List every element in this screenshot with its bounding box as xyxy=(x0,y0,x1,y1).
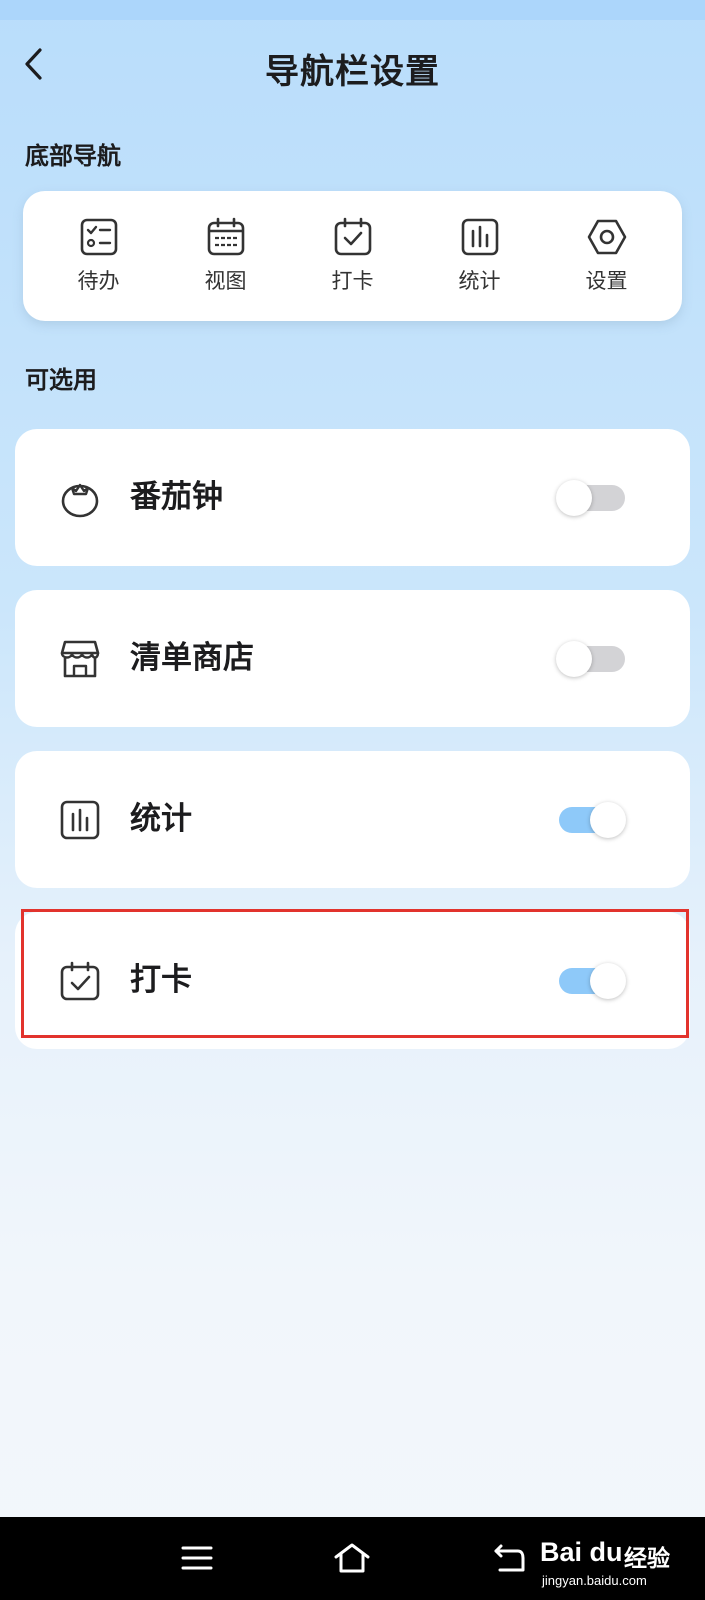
nav-item-label: 设置 xyxy=(585,269,628,293)
baidu-watermark: Bai du 经验 jingyan.baidu.com xyxy=(540,1527,700,1591)
menu-button[interactable] xyxy=(172,1533,222,1583)
menu-icon xyxy=(181,1546,213,1570)
watermark-brand: Bai du xyxy=(540,1537,623,1567)
toggle-knob xyxy=(590,963,626,999)
home-button[interactable] xyxy=(327,1533,377,1583)
home-icon xyxy=(334,1543,370,1573)
nav-item-stats[interactable]: 统计 xyxy=(425,217,535,295)
toggle-knob xyxy=(590,802,626,838)
page-title: 导航栏设置 xyxy=(265,52,440,92)
system-navigation-bar: Bai du 经验 jingyan.baidu.com xyxy=(0,1517,705,1600)
bottom-nav-card: 待办 视图 打卡 统计 设置 xyxy=(23,191,682,321)
watermark-cn: 经验 xyxy=(624,1546,670,1572)
hex-nut-settings-icon xyxy=(587,219,626,255)
nav-item-view[interactable]: 视图 xyxy=(171,217,281,295)
nav-item-label: 待办 xyxy=(77,269,120,293)
header: 导航栏设置 xyxy=(0,30,705,100)
nav-item-checkin[interactable]: 打卡 xyxy=(298,217,408,295)
bottom-nav-section-title: 底部导航 xyxy=(25,142,121,170)
calendar-check-icon xyxy=(60,961,100,1001)
option-label: 打卡 xyxy=(130,962,192,998)
toggle-knob xyxy=(556,480,592,516)
option-label: 番茄钟 xyxy=(130,479,223,515)
checkin-toggle[interactable] xyxy=(556,963,626,999)
calendar-view-icon xyxy=(207,217,244,256)
option-card-stats: 统计 xyxy=(15,751,690,888)
tomato-toggle[interactable] xyxy=(556,480,626,516)
nav-item-settings[interactable]: 设置 xyxy=(552,217,662,295)
nav-item-label: 打卡 xyxy=(331,269,374,293)
system-back-button[interactable] xyxy=(484,1533,534,1583)
bar-chart-icon xyxy=(60,800,100,840)
bar-chart-icon xyxy=(461,218,498,256)
option-card-checkin: 打卡 xyxy=(15,912,690,1049)
optional-section-title: 可选用 xyxy=(25,366,97,394)
nav-item-todo[interactable]: 待办 xyxy=(44,217,154,295)
nav-item-label: 视图 xyxy=(204,269,247,293)
watermark-url: jingyan.baidu.com xyxy=(542,1573,647,1588)
calendar-check-icon xyxy=(334,217,371,256)
tomato-icon xyxy=(61,483,99,518)
todo-list-icon xyxy=(80,218,117,256)
option-label: 清单商店 xyxy=(130,640,254,676)
stats-toggle[interactable] xyxy=(556,802,626,838)
toggle-knob xyxy=(556,641,592,677)
store-toggle[interactable] xyxy=(556,641,626,677)
option-label: 统计 xyxy=(130,801,192,837)
option-card-store: 清单商店 xyxy=(15,590,690,727)
back-icon xyxy=(494,1544,525,1572)
store-icon xyxy=(60,640,100,678)
status-bar xyxy=(0,0,705,20)
option-card-tomato: 番茄钟 xyxy=(15,429,690,566)
nav-item-label: 统计 xyxy=(458,269,501,293)
